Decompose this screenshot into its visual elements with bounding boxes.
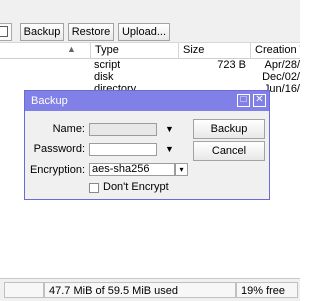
status-bar: 47.7 MiB of 59.5 MiB used 19% free [0, 278, 300, 301]
row-size: 723 B [217, 60, 246, 71]
file-icon [0, 26, 8, 37]
table-header: ▲ Type Size Creation Ti [0, 43, 300, 59]
column-type[interactable]: Type [90, 43, 178, 58]
password-dropdown-icon[interactable]: ▼ [165, 144, 174, 154]
encryption-label: Encryption: [29, 164, 85, 176]
file-icon-button[interactable] [0, 23, 12, 41]
toolbar: Backup Restore Upload... [0, 0, 300, 43]
row-type: script [94, 60, 121, 71]
row-creation: Apr/28/ [264, 60, 300, 71]
row-type: disk [94, 72, 114, 83]
restore-button[interactable]: Restore [68, 23, 114, 41]
status-spacer [4, 282, 44, 298]
column-size[interactable]: Size [178, 43, 250, 58]
dialog-cancel-button[interactable]: Cancel [193, 141, 265, 161]
close-icon[interactable]: ✕ [253, 94, 266, 107]
name-dropdown-icon[interactable]: ▼ [165, 124, 174, 134]
sort-descending-icon[interactable]: ▲ [67, 44, 76, 54]
password-field[interactable] [89, 143, 157, 156]
dont-encrypt-label: Don't Encrypt [103, 181, 169, 193]
table-row[interactable]: disk Dec/02/ [0, 72, 300, 83]
name-field[interactable] [89, 123, 157, 136]
encryption-dropdown-icon[interactable]: ▾ [175, 163, 188, 176]
backup-dialog: Backup □ ✕ Name: ▼ Password: ▼ Encryptio… [24, 90, 270, 200]
row-creation: Dec/02/ [262, 72, 300, 83]
column-creation-time[interactable]: Creation Ti [250, 43, 300, 58]
maximize-icon[interactable]: □ [237, 94, 250, 107]
dialog-backup-button[interactable]: Backup [193, 119, 265, 139]
backup-button[interactable]: Backup [20, 23, 64, 41]
name-label: Name: [52, 123, 85, 135]
password-label: Password: [33, 143, 85, 155]
storage-usage: 47.7 MiB of 59.5 MiB used [44, 282, 236, 298]
encryption-select[interactable]: aes-sha256 [89, 163, 175, 176]
dialog-title[interactable]: Backup [25, 91, 269, 111]
table-row[interactable]: script 723 B Apr/28/ [0, 60, 300, 71]
dont-encrypt-checkbox[interactable] [89, 183, 99, 193]
upload-button[interactable]: Upload... [118, 23, 170, 41]
storage-free: 19% free [236, 282, 298, 298]
